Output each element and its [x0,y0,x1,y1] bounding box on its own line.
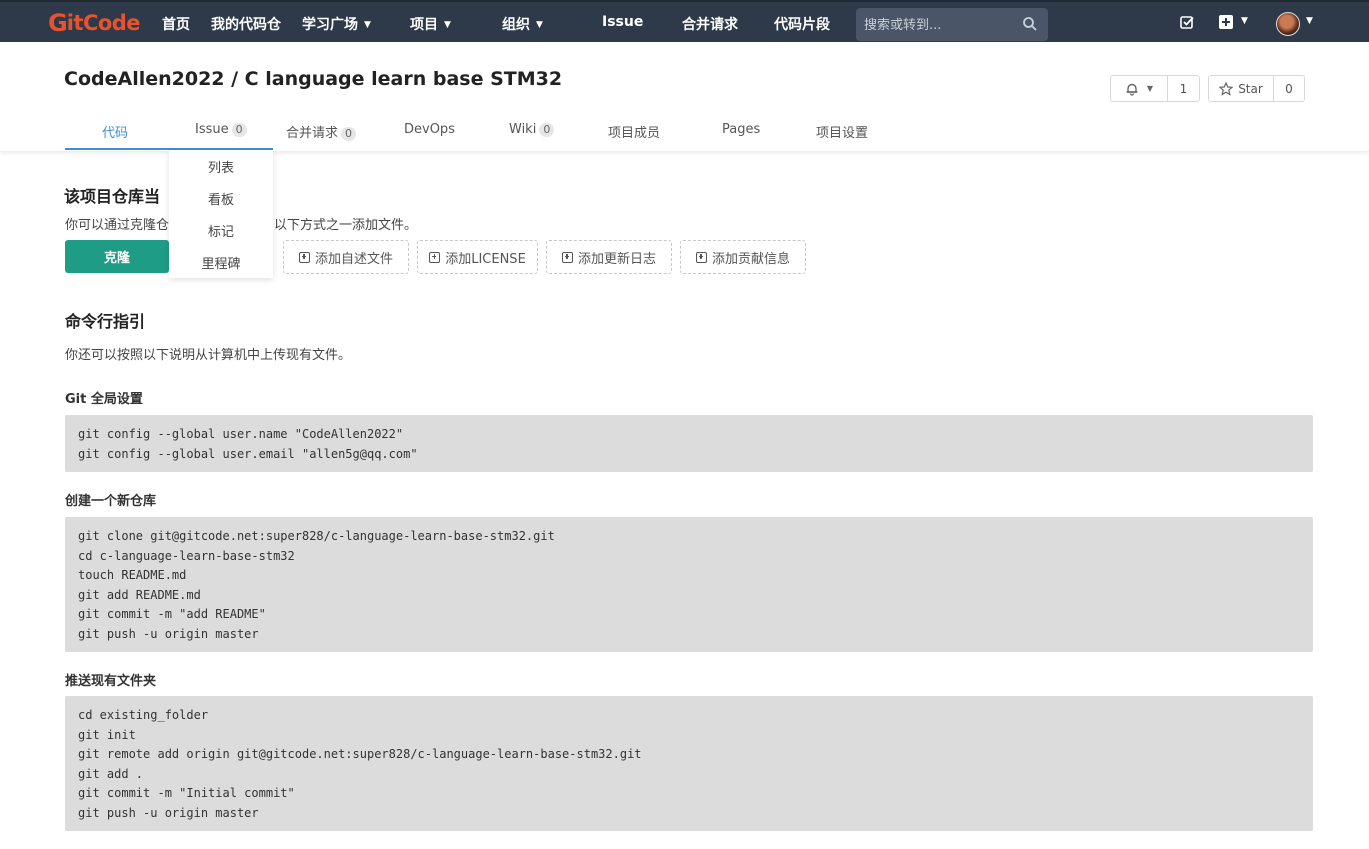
clone-button[interactable]: 克隆 [65,240,169,273]
nav-learning-square[interactable]: 学习广场 ▼ [302,14,371,34]
cli-description: 你还可以按照以下说明从计算机中上传现有文件。 [65,348,352,363]
repo-title[interactable]: CodeAllen2022 / C language learn base ST… [64,68,562,90]
tab-issue[interactable]: Issue 0 [195,122,247,137]
code-line: git push -u origin master [78,805,259,820]
tab-code[interactable]: 代码 [102,122,128,141]
nav-projects[interactable]: 项目 ▼ [410,14,451,34]
tab-wiki[interactable]: Wiki 0 [509,122,555,137]
empty-repo-desc-left: 你可以通过克隆仓 [65,218,170,233]
gitcode-logo[interactable]: GitCode [48,8,141,38]
empty-repo-desc-right: 以下方式之一添加文件。 [274,218,418,233]
wiki-count-badge: 0 [539,123,555,137]
search-icon[interactable] [1022,16,1038,32]
dropdown-item-board[interactable]: 看板 [169,189,273,208]
cli-heading: 命令行指引 [65,312,146,331]
issue-count-badge: 0 [231,123,247,137]
git-global-setup-heading: Git 全局设置 [65,392,143,407]
code-line: git remote add origin git@gitcode.net:su… [78,747,642,762]
watch-button[interactable]: ▼ [1111,76,1168,101]
code-line: cd existing_folder [78,708,209,722]
code-line: git commit -m "Initial commit" [78,786,295,801]
code-block-global-setup: git config --global user.name "CodeAllen… [65,415,1313,472]
todo-checkbox-icon[interactable] [1180,15,1195,30]
user-avatar[interactable] [1276,12,1300,36]
chevron-down-icon: ▼ [536,20,543,30]
nav-my-repos[interactable]: 我的代码仓 [211,14,281,34]
nav-home[interactable]: 首页 [162,14,190,34]
nav-learning-label: 学习广场 [302,17,358,33]
nav-issue[interactable]: Issue [602,14,643,30]
add-license-button[interactable]: 添加LICENSE [417,240,538,274]
star-count[interactable]: 0 [1274,76,1304,101]
code-line: git clone git@gitcode.net:super828/c-lan… [78,529,555,543]
watch-count[interactable]: 1 [1168,76,1199,101]
mr-count-badge: 0 [341,127,357,141]
bell-icon [1126,83,1138,96]
chevron-down-icon: ▼ [364,20,371,30]
add-license-label: 添加LICENSE [445,251,526,267]
code-block-create-repo: git clone git@gitcode.net:super828/c-lan… [65,517,1313,652]
chevron-down-icon[interactable]: ▼ [1306,16,1313,26]
dropdown-item-labels[interactable]: 标记 [169,221,273,240]
add-changelog-button[interactable]: 添加更新日志 [546,240,672,274]
nav-orgs[interactable]: 组织 ▼ [502,14,543,34]
add-readme-label: 添加自述文件 [314,251,393,267]
dropdown-item-list[interactable]: 列表 [169,157,273,176]
code-block-push-existing: cd existing_folder git init git remote a… [65,696,1313,831]
add-contributing-button[interactable]: 添加贡献信息 [680,240,806,274]
tab-settings[interactable]: 项目设置 [816,122,868,141]
push-existing-folder-heading: 推送现有文件夹 [65,674,157,689]
create-repo-heading: 创建一个新仓库 [65,494,157,509]
nav-merge-requests[interactable]: 合并请求 [682,14,738,34]
code-line: git add README.md [78,587,201,602]
issue-dropdown-menu: 列表 看板 标记 里程碑 [169,150,273,278]
global-search [856,8,1048,41]
tab-members[interactable]: 项目成员 [608,122,660,141]
chevron-down-icon: ▼ [1146,84,1154,93]
empty-repo-heading: 该项目仓库当 [64,187,161,206]
logo-text: itCode [66,11,141,35]
nav-orgs-label: 组织 [502,17,530,33]
add-readme-button[interactable]: 添加自述文件 [283,240,409,274]
watch-button-group: ▼ 1 [1110,75,1200,102]
search-input[interactable] [864,15,1019,35]
tab-wiki-label: Wiki [509,122,537,137]
tab-merge-requests[interactable]: 合并请求 0 [286,122,357,141]
code-line: git commit -m "add README" [78,607,266,622]
plus-square-icon [561,251,573,263]
create-new-plus-icon[interactable] [1219,15,1233,29]
tab-devops[interactable]: DevOps [404,122,455,137]
tab-pages[interactable]: Pages [722,122,760,137]
star-button[interactable]: Star [1209,76,1274,101]
chevron-down-icon: ▼ [444,20,451,30]
add-changelog-label: 添加更新日志 [577,251,656,267]
code-line: git config --global user.name "CodeAllen… [78,427,404,441]
code-line: touch README.md [78,568,187,583]
code-line: git config --global user.email "allen5g@… [78,446,418,461]
nav-projects-label: 项目 [410,17,438,33]
top-navbar: GitCode 首页 我的代码仓 学习广场 ▼ 项目 ▼ 组织 ▼ Issue 合并请… [0,0,1369,42]
logo-prefix: G [48,9,68,37]
code-line: cd c-language-learn-base-stm32 [78,548,295,563]
star-icon [1219,81,1234,96]
tab-mr-label: 合并请求 [286,126,339,141]
plus-square-icon [429,251,441,263]
code-line: git push -u origin master [78,626,259,641]
tab-issue-label: Issue [195,122,229,137]
code-line: git add . [78,766,144,781]
add-contributing-label: 添加贡献信息 [711,251,790,267]
star-button-group: Star 0 [1208,75,1305,102]
plus-square-icon [695,251,707,263]
plus-square-icon [298,251,310,263]
active-tab-indicator [65,148,169,150]
dropdown-item-milestones[interactable]: 里程碑 [169,253,273,272]
nav-snippets[interactable]: 代码片段 [774,14,830,34]
star-label: Star [1238,81,1263,96]
chevron-down-icon[interactable]: ▼ [1241,16,1248,26]
code-line: git init [78,727,136,742]
